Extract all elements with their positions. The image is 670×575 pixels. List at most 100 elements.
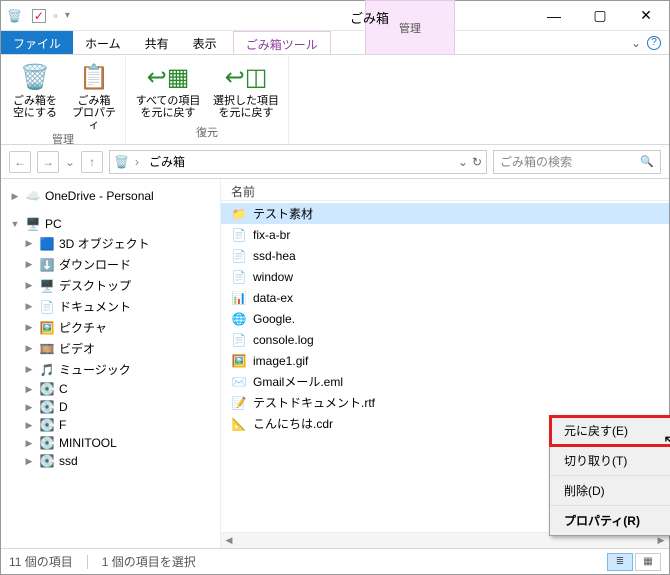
chevron-right-icon[interactable]: ▶ — [23, 456, 35, 467]
restore-selected-button[interactable]: ↩︎◫ 選択した項目 を元に戻す — [210, 61, 282, 119]
tree-item[interactable]: ▶💽C — [5, 380, 216, 398]
close-button[interactable]: ✕ — [623, 1, 669, 30]
help-icon[interactable]: ? — [647, 36, 661, 50]
tree-item[interactable]: ▶📄ドキュメント — [5, 296, 216, 317]
breadcrumb-item[interactable]: ごみ箱 — [145, 153, 189, 170]
tree-item-label: F — [59, 418, 66, 432]
tree-item[interactable]: ▶⬇️ダウンロード — [5, 254, 216, 275]
ctx-properties[interactable]: プロパティ(R) — [550, 506, 670, 535]
scroll-right-icon[interactable]: ▶ — [653, 535, 669, 546]
recycle-bin-properties-button[interactable]: 📋 ごみ箱 プロパティ — [69, 61, 119, 131]
tab-home[interactable]: ホーム — [73, 31, 133, 54]
chevron-right-icon[interactable]: ▶ — [23, 438, 35, 449]
file-row[interactable]: 🖼️image1.gif — [221, 350, 669, 371]
maximize-button[interactable]: ▢ — [577, 1, 623, 30]
content-area: ▶ ☁️ OneDrive - Personal ▼ 🖥️ PC ▶🟦3D オブ… — [1, 179, 669, 548]
qat-checkbox-icon[interactable]: ✓ — [32, 9, 46, 23]
tree-onedrive[interactable]: ▶ ☁️ OneDrive - Personal — [5, 187, 216, 205]
file-name: data-ex — [253, 291, 293, 305]
tree-item-icon: 🖥️ — [39, 279, 55, 293]
tree-item[interactable]: ▶💽F — [5, 416, 216, 434]
file-row[interactable]: 📄window — [221, 266, 669, 287]
file-row[interactable]: 🌐Google. — [221, 308, 669, 329]
chevron-right-icon[interactable]: ▶ — [23, 384, 35, 395]
empty-recycle-bin-button[interactable]: 🗑️ ごみ箱を 空にする — [7, 61, 63, 119]
tree-item[interactable]: ▶🟦3D オブジェクト — [5, 233, 216, 254]
ribbon-collapse-icon[interactable]: ⌄ — [631, 36, 641, 50]
chevron-right-icon[interactable]: ▶ — [23, 322, 35, 333]
chevron-right-icon[interactable]: ▶ — [23, 259, 35, 270]
tree-item-label: 3D オブジェクト — [59, 235, 150, 252]
file-name: image1.gif — [253, 354, 308, 368]
nav-history-dropdown[interactable]: ⌄ — [65, 155, 75, 169]
tree-item[interactable]: ▶💽MINITOOL — [5, 434, 216, 452]
chevron-right-icon[interactable]: ▶ — [23, 280, 35, 291]
tree-item[interactable]: ▶🎵ミュージック — [5, 359, 216, 380]
chevron-right-icon[interactable]: ▶ — [9, 191, 21, 202]
breadcrumb-sep: › — [135, 155, 139, 169]
tab-view[interactable]: 表示 — [181, 31, 229, 54]
file-name: console.log — [253, 333, 314, 347]
file-row[interactable]: 📄ssd-hea — [221, 245, 669, 266]
file-row[interactable]: 📁テスト素材 — [221, 203, 669, 224]
file-icon: 📝 — [231, 396, 247, 410]
tab-recyclebin-tools[interactable]: ごみ箱ツール — [233, 31, 331, 54]
status-selection-count: 1 個の項目を選択 — [102, 553, 196, 570]
chevron-right-icon[interactable]: ▶ — [23, 402, 35, 413]
tree-item[interactable]: ▶💽ssd — [5, 452, 216, 470]
group-label-restore: 復元 — [196, 124, 218, 142]
tab-file[interactable]: ファイル — [1, 31, 73, 54]
tab-share[interactable]: 共有 — [133, 31, 181, 54]
window-title: ごみ箱 — [350, 0, 389, 27]
view-icons-button[interactable]: ▦ — [635, 553, 661, 571]
address-dropdown-icon[interactable]: ⌄ — [458, 155, 468, 169]
scroll-left-icon[interactable]: ◀ — [221, 535, 237, 546]
chevron-right-icon[interactable]: ▶ — [23, 420, 35, 431]
file-row[interactable]: 📄console.log — [221, 329, 669, 350]
tree-item-icon: 💽 — [39, 400, 55, 414]
file-name: テストドキュメント.rtf — [253, 394, 375, 411]
tree-item-label: D — [59, 400, 68, 414]
recycle-bin-icon: 🗑️ — [7, 9, 22, 23]
minimize-button[interactable]: — — [531, 1, 577, 30]
tree-item[interactable]: ▶🎞️ビデオ — [5, 338, 216, 359]
refresh-icon[interactable]: ↻ — [472, 155, 482, 169]
file-row[interactable]: 📄fix-a-br — [221, 224, 669, 245]
chevron-right-icon[interactable]: ▶ — [23, 343, 35, 354]
column-header-name[interactable]: 名前 — [221, 179, 669, 201]
file-icon: 📊 — [231, 291, 247, 305]
tree-item[interactable]: ▶🖥️デスクトップ — [5, 275, 216, 296]
nav-up-button[interactable]: ↑ — [81, 151, 103, 173]
nav-tree[interactable]: ▶ ☁️ OneDrive - Personal ▼ 🖥️ PC ▶🟦3D オブ… — [1, 179, 221, 548]
chevron-down-icon[interactable]: ▼ — [9, 219, 21, 229]
file-row[interactable]: 📝 テストドキュメント.rtf — [221, 392, 669, 413]
address-bar[interactable]: 🗑️ › ごみ箱 ⌄ ↻ — [109, 150, 487, 174]
nav-back-button[interactable]: ← — [9, 151, 31, 173]
ctx-restore[interactable]: 元に戻す(E) — [550, 416, 670, 446]
qat-doc-icon[interactable]: ▫️ — [48, 9, 63, 23]
view-details-button[interactable]: ≣ — [607, 553, 633, 571]
search-icon: 🔍 — [640, 155, 654, 168]
tree-item-icon: 💽 — [39, 454, 55, 468]
tree-item-label: ドキュメント — [59, 298, 131, 315]
tree-item-label: ピクチャ — [59, 319, 107, 336]
chevron-right-icon[interactable]: ▶ — [23, 364, 35, 375]
restore-all-label: すべての項目 を元に戻す — [136, 95, 201, 119]
search-box[interactable]: ごみ箱の検索 🔍 — [493, 150, 661, 174]
ctx-delete[interactable]: 削除(D) — [550, 476, 670, 506]
chevron-right-icon[interactable]: ▶ — [23, 301, 35, 312]
tree-item-label: ビデオ — [59, 340, 95, 357]
address-bar-icon: 🗑️ — [114, 155, 129, 169]
file-row[interactable]: 📊 data-ex — [221, 287, 669, 308]
tree-pc[interactable]: ▼ 🖥️ PC — [5, 215, 216, 233]
tree-item[interactable]: ▶ 💽 D — [5, 398, 216, 416]
ctx-cut[interactable]: 切り取り(T) — [550, 446, 670, 476]
chevron-right-icon[interactable]: ▶ — [23, 238, 35, 249]
status-item-count: 11 個の項目 — [9, 553, 73, 570]
file-row[interactable]: ✉️Gmailメール.eml — [221, 371, 669, 392]
restore-all-button[interactable]: ↩︎▦ すべての項目 を元に戻す — [132, 61, 204, 119]
tree-item-label: ミュージック — [59, 361, 131, 378]
nav-forward-button[interactable]: → — [37, 151, 59, 173]
tree-item[interactable]: ▶🖼️ピクチャ — [5, 317, 216, 338]
qat-dropdown-icon[interactable]: ▾ — [65, 10, 70, 21]
